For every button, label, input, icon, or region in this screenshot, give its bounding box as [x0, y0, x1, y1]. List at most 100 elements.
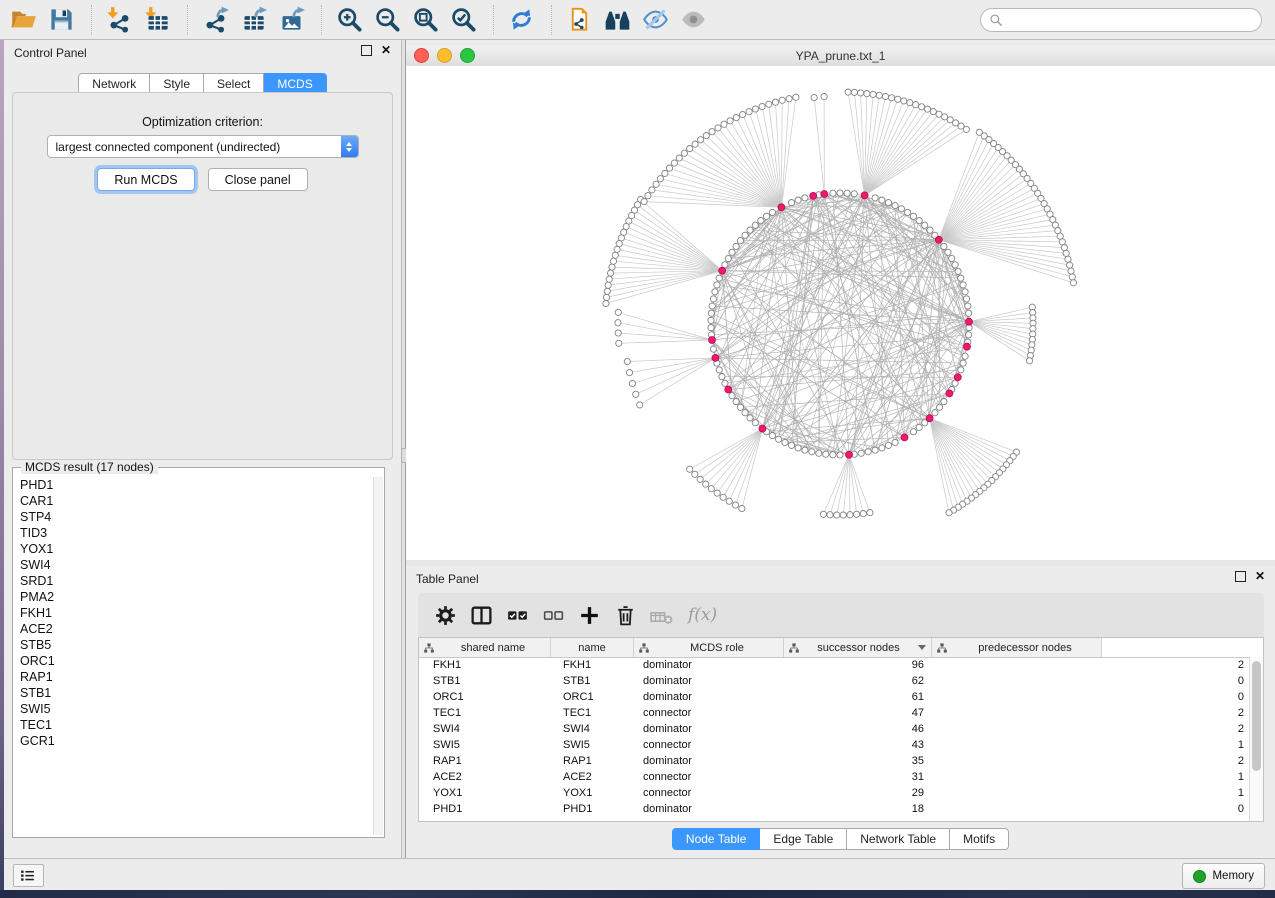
- mcds-result-item[interactable]: STB1: [14, 685, 373, 701]
- table-cell: 1: [932, 785, 1250, 801]
- optimization-criterion-select[interactable]: largest connected component (undirected): [47, 135, 359, 158]
- memory-button[interactable]: Memory: [1182, 863, 1265, 889]
- mcds-result-item[interactable]: STB5: [14, 637, 373, 653]
- zoom-selected-button[interactable]: [447, 3, 483, 37]
- tab-node-table[interactable]: Node Table: [672, 828, 761, 850]
- status-bar: Memory: [4, 858, 1275, 890]
- close-panel-icon[interactable]: ✕: [381, 45, 391, 56]
- column-header-name[interactable]: name: [551, 638, 634, 657]
- mcds-result-item[interactable]: CAR1: [14, 493, 373, 509]
- column-header-successor-nodes[interactable]: successor nodes: [784, 638, 932, 657]
- table-row[interactable]: SWI5SWI5connector431: [419, 737, 1250, 753]
- function-builder-button[interactable]: f(x): [688, 605, 717, 625]
- delete-column-button[interactable]: [608, 597, 644, 633]
- show-hidden-icon: [680, 6, 710, 33]
- close-table-panel-icon[interactable]: ✕: [1255, 571, 1265, 582]
- search-objects-button[interactable]: [601, 3, 637, 37]
- run-mcds-button[interactable]: Run MCDS: [97, 168, 194, 191]
- search-input[interactable]: [1003, 10, 1261, 30]
- mcds-result-item[interactable]: PMA2: [14, 589, 373, 605]
- tab-edge-table[interactable]: Edge Table: [760, 828, 847, 850]
- table-cell: 2: [932, 753, 1250, 769]
- close-window-icon[interactable]: [414, 48, 429, 63]
- column-header-filler: [1102, 638, 1250, 657]
- task-history-button[interactable]: [13, 864, 44, 887]
- network-canvas[interactable]: [406, 66, 1275, 560]
- tab-network-table[interactable]: Network Table: [847, 828, 950, 850]
- column-type-icon: [937, 643, 947, 653]
- column-header-predecessor-nodes[interactable]: predecessor nodes: [932, 638, 1102, 657]
- clear-disabled-icon: [649, 603, 675, 628]
- export-network-button[interactable]: [199, 3, 235, 37]
- close-panel-button[interactable]: Close panel: [208, 168, 308, 191]
- clear-disabled-button: [644, 597, 680, 633]
- table-row[interactable]: ORC1ORC1dominator610: [419, 689, 1250, 705]
- save-icon: [48, 6, 78, 33]
- zoom-out-button[interactable]: [371, 3, 407, 37]
- zoom-in-icon: [336, 6, 366, 33]
- duplicate-network-button[interactable]: [563, 3, 599, 37]
- table-cell: ORC1: [551, 689, 634, 705]
- open-button[interactable]: [7, 3, 43, 37]
- add-column-icon: [577, 603, 603, 628]
- table-row[interactable]: STB1STB1dominator620: [419, 673, 1250, 689]
- toolbar-separator: [493, 5, 495, 35]
- hide-selected-button[interactable]: [639, 3, 675, 37]
- select-all-checks-button[interactable]: [500, 597, 536, 633]
- table-scrollbar[interactable]: [1249, 657, 1263, 821]
- mcds-result-item[interactable]: SWI4: [14, 557, 373, 573]
- mcds-result-list[interactable]: PHD1CAR1STP4TID3YOX1SWI4SRD1PMA2FKH1ACE2…: [14, 477, 373, 835]
- show-columns-button[interactable]: [464, 597, 500, 633]
- mcds-result-item[interactable]: PHD1: [14, 477, 373, 493]
- save-button[interactable]: [45, 3, 81, 37]
- import-network-button[interactable]: [103, 3, 139, 37]
- table-cell: 18: [784, 801, 932, 817]
- mcds-result-item[interactable]: YOX1: [14, 541, 373, 557]
- export-image-button[interactable]: [275, 3, 311, 37]
- mcds-result-item[interactable]: GCR1: [14, 733, 373, 749]
- table-scrollbar-thumb[interactable]: [1252, 661, 1261, 771]
- zoom-in-button[interactable]: [333, 3, 369, 37]
- memory-label: Memory: [1212, 870, 1254, 882]
- mcds-result-item[interactable]: RAP1: [14, 669, 373, 685]
- import-table-button[interactable]: [141, 3, 177, 37]
- float-panel-icon[interactable]: [361, 45, 372, 56]
- mcds-result-item[interactable]: SRD1: [14, 573, 373, 589]
- minimize-window-icon[interactable]: [437, 48, 452, 63]
- float-table-panel-icon[interactable]: [1235, 571, 1246, 582]
- table-row[interactable]: SWI4SWI4dominator462: [419, 721, 1250, 737]
- mcds-list-scrollbar[interactable]: [373, 477, 383, 835]
- mcds-result-item[interactable]: ORC1: [14, 653, 373, 669]
- table-row[interactable]: FKH1FKH1dominator962: [419, 657, 1250, 673]
- table-row[interactable]: ACE2ACE2connector311: [419, 769, 1250, 785]
- zoom-fit-button[interactable]: [409, 3, 445, 37]
- mcds-result-item[interactable]: TEC1: [14, 717, 373, 733]
- mcds-result-item[interactable]: STP4: [14, 509, 373, 525]
- tab-motifs[interactable]: Motifs: [950, 828, 1009, 850]
- add-column-button[interactable]: [572, 597, 608, 633]
- table-settings-icon: [433, 603, 459, 628]
- network-window-titlebar[interactable]: YPA_prune.txt_1: [406, 45, 1275, 67]
- maximize-window-icon[interactable]: [460, 48, 475, 63]
- export-table-button[interactable]: [237, 3, 273, 37]
- table-row[interactable]: RAP1RAP1dominator352: [419, 753, 1250, 769]
- table-cell: dominator: [634, 689, 784, 705]
- column-header-shared-name[interactable]: shared name: [419, 638, 551, 657]
- table-settings-button[interactable]: [428, 597, 464, 633]
- import-network-icon: [106, 6, 136, 33]
- table-row[interactable]: YOX1YOX1connector291: [419, 785, 1250, 801]
- refresh-button[interactable]: [505, 3, 541, 37]
- table-row[interactable]: PHD1PHD1dominator180: [419, 801, 1250, 817]
- main-toolbar-groups: [6, 0, 714, 39]
- mcds-result-item[interactable]: SWI5: [14, 701, 373, 717]
- column-header-mcds-role[interactable]: MCDS role: [634, 638, 784, 657]
- mcds-result-item[interactable]: ACE2: [14, 621, 373, 637]
- show-hidden-button[interactable]: [677, 3, 713, 37]
- deselect-all-checks-button[interactable]: [536, 597, 572, 633]
- toolbar-separator: [321, 5, 323, 35]
- search-box[interactable]: [980, 8, 1262, 32]
- mcds-result-item[interactable]: FKH1: [14, 605, 373, 621]
- mcds-result-item[interactable]: TID3: [14, 525, 373, 541]
- table-row[interactable]: TEC1TEC1connector472: [419, 705, 1250, 721]
- table-cell: connector: [634, 705, 784, 721]
